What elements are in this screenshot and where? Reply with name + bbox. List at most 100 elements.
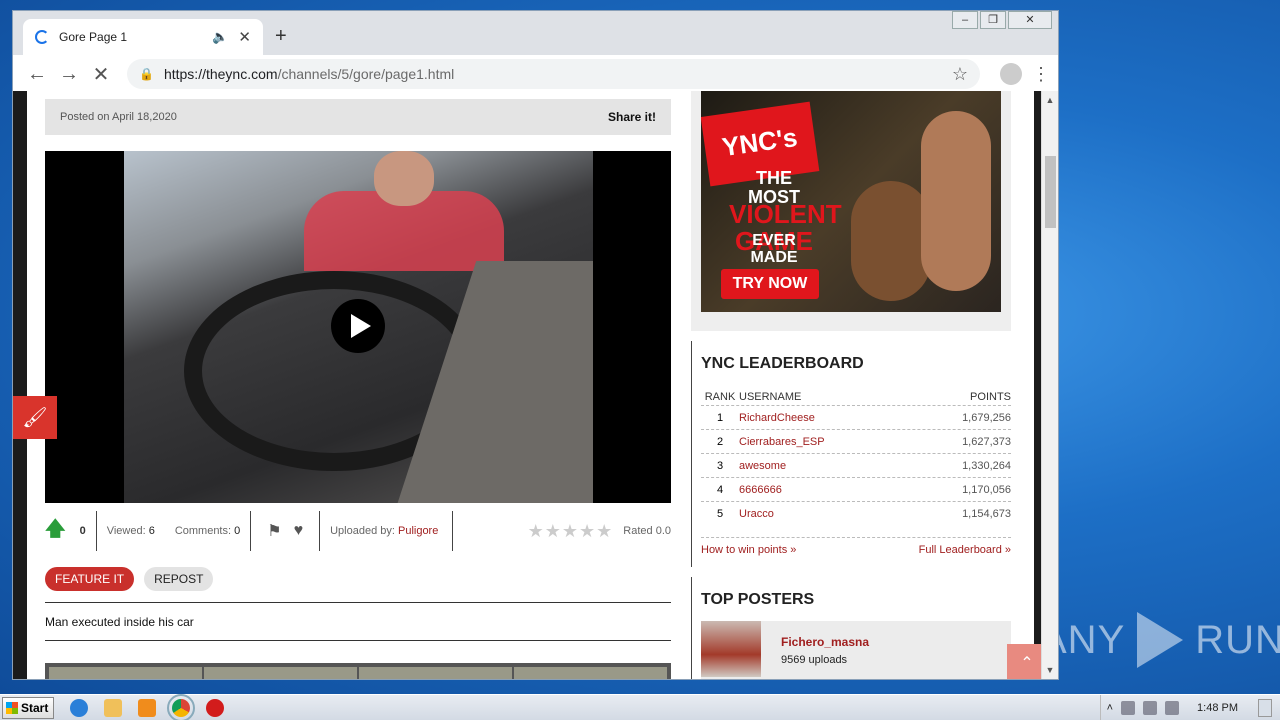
posted-on: Posted on April 18,2020 (60, 111, 177, 123)
leaderboard-row: 1 RichardCheese 1,679,256 (701, 405, 1011, 429)
start-button[interactable]: Start (2, 696, 54, 719)
comments-label: Comments: (174, 525, 232, 537)
file-explorer-icon[interactable] (104, 698, 122, 717)
volume-icon[interactable] (1143, 700, 1158, 715)
username-link[interactable]: Uracco (739, 508, 879, 520)
post-meta-bar: Posted on April 18,2020 Share it! (45, 99, 671, 135)
scrollbar-thumb[interactable] (1045, 156, 1056, 228)
col-username: USERNAME (739, 391, 802, 403)
thumbnail[interactable] (514, 667, 667, 679)
feature-it-button[interactable]: FEATURE IT (45, 567, 135, 591)
uploader-link[interactable]: Puligore (398, 525, 438, 537)
video-player[interactable] (45, 151, 671, 503)
username-link[interactable]: awesome (739, 460, 879, 472)
leaderboard-row: 4 6666666 1,170,056 (701, 477, 1011, 501)
page-viewport: Posted on April 18,2020 Share it! 🡅 0 Vi… (13, 91, 1058, 679)
web-page: Posted on April 18,2020 Share it! 🡅 0 Vi… (27, 91, 1047, 679)
tray-expand-icon[interactable]: ˄ (1107, 702, 1113, 714)
watermark-right: RUN (1195, 617, 1280, 662)
show-desktop-button[interactable] (1258, 698, 1272, 717)
new-tab-button[interactable]: + (275, 25, 287, 48)
stop-sign-icon[interactable] (206, 698, 224, 717)
internet-explorer-icon[interactable] (70, 698, 88, 717)
flag-icon[interactable]: ⚑ (267, 521, 281, 541)
ad-banner[interactable]: YNC's THE MOST VIOLENT GAME EVER MADE TR… (691, 91, 1011, 331)
rank: 3 (716, 459, 724, 472)
thumbnail[interactable] (49, 667, 202, 679)
poster-entry[interactable]: Fichero_masna 9569 uploads (701, 621, 1011, 679)
leaderboard-links: How to win points » Full Leaderboard » (701, 537, 1011, 556)
network-icon[interactable] (1121, 700, 1136, 715)
lock-icon: 🔒 (139, 67, 154, 81)
url-host: https://theync.com (163, 66, 278, 82)
url-path: /channels/5/gore/page1.html (277, 66, 455, 82)
rated-text: Rated 0.0 (623, 525, 671, 537)
loading-spinner-icon (35, 30, 49, 44)
tab-bar: Gore Page 1 🔈 ✕ + – ❐ ✕ (13, 11, 1058, 55)
play-button[interactable] (331, 299, 385, 353)
avatar[interactable] (701, 621, 761, 677)
system-tray: ˄ 1:48 PM (1099, 694, 1280, 720)
rank: 1 (716, 411, 724, 424)
leaderboard-row: 2 Cierrabares_ESP 1,627,373 (701, 429, 1011, 453)
tab-close-icon[interactable]: ✕ (238, 28, 251, 46)
leaderboard: YNC LEADERBOARD RANK USERNAME POINTS 1 R… (691, 341, 1011, 567)
comments-value: 0 (234, 525, 241, 537)
repost-button[interactable]: REPOST (144, 567, 214, 591)
flag-icon[interactable] (1165, 700, 1180, 715)
username-link[interactable]: 6666666 (739, 484, 879, 496)
thumbnail[interactable] (359, 667, 512, 679)
vote-count: 0 (79, 525, 86, 537)
top-posters-title: TOP POSTERS (701, 591, 815, 608)
forward-icon[interactable]: → (53, 63, 85, 86)
scrollbar[interactable]: ▲ ▼ (1041, 91, 1058, 679)
stop-icon[interactable]: ✕ (85, 62, 117, 87)
media-player-icon[interactable] (138, 698, 156, 717)
viewed-label: Viewed: (106, 525, 146, 537)
address-bar[interactable]: 🔒 https://theync.com /channels/5/gore/pa… (127, 59, 980, 89)
tab-active[interactable]: Gore Page 1 🔈 ✕ (23, 19, 263, 55)
try-now-button[interactable]: TRY NOW (721, 269, 819, 299)
scroll-down-icon[interactable]: ▼ (1042, 665, 1058, 675)
clock[interactable]: 1:48 PM (1197, 702, 1238, 714)
upvote-icon[interactable]: 🡅 (45, 514, 66, 548)
profile-icon[interactable] (1000, 63, 1022, 85)
rank: 2 (716, 435, 724, 448)
col-points: POINTS (970, 391, 1011, 403)
play-logo-icon (1137, 612, 1184, 668)
start-label: Start (21, 700, 49, 715)
post-description: Man executed inside his car (45, 615, 194, 629)
star-icon[interactable]: ☆ (952, 64, 968, 85)
window-controls: – ❐ ✕ (950, 11, 1052, 29)
menu-icon[interactable]: ⋮ (1032, 64, 1050, 85)
username-link[interactable]: RichardCheese (739, 412, 879, 424)
toolbar: ← → ✕ 🔒 https://theync.com /channels/5/g… (13, 55, 1058, 93)
top-posters: TOP POSTERS Fichero_masna 9569 uploads (691, 577, 1011, 679)
speaker-icon[interactable]: 🔈 (212, 29, 228, 45)
windows-logo-icon (6, 701, 18, 714)
browser-window: Gore Page 1 🔈 ✕ + – ❐ ✕ ← → ✕ 🔒 https://… (12, 10, 1059, 680)
paintbrush-icon[interactable]: 🖌 (13, 396, 57, 439)
thumbnail[interactable] (204, 667, 357, 679)
chrome-icon[interactable] (167, 693, 195, 720)
col-rank: RANK (704, 391, 736, 403)
minimize-button[interactable]: – (952, 11, 978, 29)
username-link[interactable]: Cierrabares_ESP (739, 436, 879, 448)
uploaded-by-label: Uploaded by: (330, 525, 395, 537)
poster-name-link[interactable]: Fichero_masna (781, 635, 869, 649)
rating-stars[interactable]: ★★★★★ (528, 521, 614, 542)
scroll-up-icon[interactable]: ▲ (1042, 95, 1058, 105)
how-to-win-link[interactable]: How to win points » (701, 544, 796, 556)
rank: 5 (716, 507, 724, 520)
share-button[interactable]: Share it! (608, 110, 656, 124)
ad-image[interactable]: YNC's THE MOST VIOLENT GAME EVER MADE TR… (701, 91, 1001, 312)
points: 1,679,256 (962, 411, 1011, 424)
back-icon[interactable]: ← (21, 63, 53, 86)
points: 1,627,373 (962, 435, 1011, 448)
full-leaderboard-link[interactable]: Full Leaderboard » (919, 544, 1011, 556)
close-window-button[interactable]: ✕ (1008, 11, 1052, 29)
post-stats: 🡅 0 Viewed: 6 Comments: 0 ⚑ ♥ Uploaded b… (45, 511, 671, 551)
heart-icon[interactable]: ♥ (294, 522, 304, 540)
maximize-button[interactable]: ❐ (980, 11, 1006, 29)
points: 1,154,673 (962, 507, 1011, 520)
